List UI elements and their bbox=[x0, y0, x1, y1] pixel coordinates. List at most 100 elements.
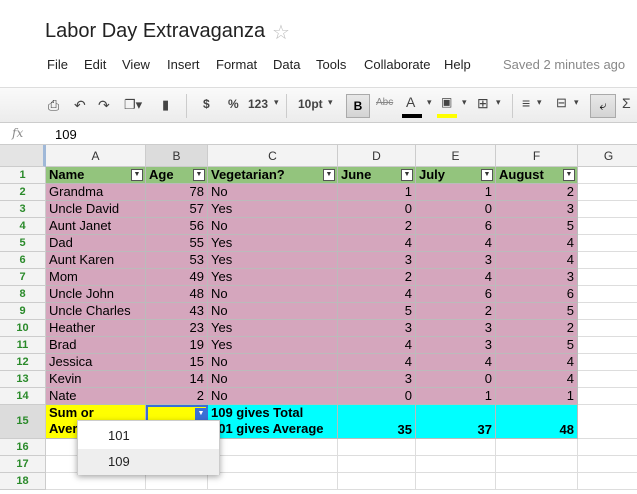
dropdown-option[interactable]: 109 bbox=[78, 449, 219, 475]
column-header-f[interactable]: F bbox=[496, 145, 578, 167]
empty-cell[interactable] bbox=[496, 473, 578, 490]
empty-cell[interactable] bbox=[416, 473, 496, 490]
row-header[interactable]: 16 bbox=[0, 439, 46, 456]
menu-edit[interactable]: Edit bbox=[84, 57, 106, 72]
row-header[interactable]: 4 bbox=[0, 218, 46, 235]
table-cell[interactable]: Aunt Karen bbox=[46, 252, 146, 269]
star-icon[interactable]: ☆ bbox=[272, 20, 290, 45]
column-header-b[interactable]: B bbox=[146, 145, 208, 167]
percent-button[interactable]: % bbox=[228, 97, 239, 111]
row-header[interactable]: 1 bbox=[0, 167, 46, 184]
row-header[interactable]: 13 bbox=[0, 371, 46, 388]
table-cell[interactable]: 1 bbox=[496, 388, 578, 405]
table-cell[interactable]: 1 bbox=[416, 184, 496, 201]
header-cell[interactable]: Name ▼ bbox=[46, 167, 146, 184]
header-cell[interactable]: August ▼ bbox=[496, 167, 578, 184]
table-cell[interactable]: Yes bbox=[208, 269, 338, 286]
empty-cell[interactable] bbox=[208, 439, 338, 456]
table-cell[interactable]: 15 bbox=[146, 354, 208, 371]
empty-cell[interactable] bbox=[578, 303, 637, 320]
table-cell[interactable]: 56 bbox=[146, 218, 208, 235]
empty-cell[interactable] bbox=[496, 439, 578, 456]
row-header[interactable]: 12 bbox=[0, 354, 46, 371]
table-cell[interactable]: Yes bbox=[208, 235, 338, 252]
empty-cell[interactable] bbox=[578, 286, 637, 303]
empty-cell[interactable] bbox=[416, 456, 496, 473]
empty-cell[interactable] bbox=[578, 235, 637, 252]
redo-icon[interactable]: ↷ bbox=[98, 97, 110, 114]
row-header[interactable]: 9 bbox=[0, 303, 46, 320]
table-cell[interactable]: 3 bbox=[338, 320, 416, 337]
empty-cell[interactable] bbox=[416, 439, 496, 456]
table-cell[interactable]: 4 bbox=[416, 354, 496, 371]
row-header[interactable]: 14 bbox=[0, 388, 46, 405]
merge-cells-icon[interactable]: ⊟ bbox=[556, 95, 567, 111]
header-cell[interactable]: June ▼ bbox=[338, 167, 416, 184]
empty-cell[interactable] bbox=[578, 371, 637, 388]
select-all-corner[interactable] bbox=[0, 145, 46, 167]
table-cell[interactable]: 0 bbox=[338, 201, 416, 218]
column-header-d[interactable]: D bbox=[338, 145, 416, 167]
table-cell[interactable]: Brad bbox=[46, 337, 146, 354]
row-header[interactable]: 8 bbox=[0, 286, 46, 303]
chevron-down-icon[interactable]: ▾ bbox=[537, 97, 542, 108]
table-cell[interactable]: Yes bbox=[208, 320, 338, 337]
empty-cell[interactable] bbox=[578, 388, 637, 405]
empty-cell[interactable] bbox=[578, 405, 637, 439]
table-cell[interactable]: 3 bbox=[496, 269, 578, 286]
table-cell[interactable]: 37 bbox=[416, 405, 496, 439]
table-cell[interactable]: No bbox=[208, 388, 338, 405]
table-cell[interactable]: Yes bbox=[208, 252, 338, 269]
dropdown-option[interactable]: 101 bbox=[78, 423, 219, 449]
borders-icon[interactable]: ⊞ bbox=[477, 95, 489, 112]
row-header[interactable]: 15 bbox=[0, 405, 46, 439]
table-cell[interactable]: No bbox=[208, 371, 338, 388]
table-cell[interactable]: 5 bbox=[496, 337, 578, 354]
table-cell[interactable]: 4 bbox=[338, 235, 416, 252]
empty-cell[interactable] bbox=[578, 201, 637, 218]
empty-cell[interactable] bbox=[338, 439, 416, 456]
filter-dropdown-icon[interactable]: ▼ bbox=[131, 169, 143, 181]
table-cell[interactable]: 3 bbox=[338, 252, 416, 269]
table-cell[interactable]: Mom bbox=[46, 269, 146, 286]
header-cell[interactable]: Age ▼ bbox=[146, 167, 208, 184]
empty-cell[interactable] bbox=[578, 184, 637, 201]
column-header-a[interactable]: A bbox=[46, 145, 146, 167]
table-cell[interactable]: 5 bbox=[496, 218, 578, 235]
table-cell[interactable]: 3 bbox=[338, 371, 416, 388]
menu-help[interactable]: Help bbox=[444, 57, 471, 72]
header-cell[interactable]: July ▼ bbox=[416, 167, 496, 184]
chevron-down-icon[interactable]: ▾ bbox=[328, 97, 333, 108]
table-cell[interactable]: 2 bbox=[496, 184, 578, 201]
empty-cell[interactable] bbox=[578, 337, 637, 354]
align-icon[interactable]: ≡ bbox=[522, 95, 530, 111]
empty-cell[interactable] bbox=[578, 354, 637, 371]
table-cell[interactable]: 5 bbox=[496, 303, 578, 320]
table-cell[interactable]: 0 bbox=[338, 388, 416, 405]
chevron-down-icon[interactable]: ▾ bbox=[496, 97, 501, 108]
table-cell[interactable]: 6 bbox=[416, 218, 496, 235]
font-size-select[interactable]: 10pt bbox=[298, 97, 323, 111]
table-cell[interactable]: 2 bbox=[496, 320, 578, 337]
table-cell[interactable]: 53 bbox=[146, 252, 208, 269]
filter-dropdown-icon[interactable]: ▼ bbox=[323, 169, 335, 181]
menu-collaborate[interactable]: Collaborate bbox=[364, 57, 431, 72]
paint-format-icon[interactable]: ▮ bbox=[162, 97, 169, 113]
table-cell[interactable]: 0 bbox=[416, 201, 496, 218]
table-cell[interactable]: 3 bbox=[416, 252, 496, 269]
row-header[interactable]: 7 bbox=[0, 269, 46, 286]
column-header-g[interactable]: G bbox=[578, 145, 637, 167]
empty-cell[interactable] bbox=[208, 473, 338, 490]
table-cell[interactable]: No bbox=[208, 184, 338, 201]
chevron-down-icon[interactable]: ▾ bbox=[427, 97, 432, 108]
table-cell[interactable]: 6 bbox=[416, 286, 496, 303]
copy-icon[interactable]: ❐▾ bbox=[124, 97, 142, 113]
filter-dropdown-icon[interactable]: ▼ bbox=[193, 169, 205, 181]
table-cell[interactable]: Dad bbox=[46, 235, 146, 252]
number-format-button[interactable]: 123 bbox=[248, 97, 268, 111]
table-cell[interactable]: 4 bbox=[496, 235, 578, 252]
fill-color-icon[interactable]: ▣ bbox=[441, 95, 452, 109]
table-cell[interactable]: Kevin bbox=[46, 371, 146, 388]
table-cell[interactable]: Yes bbox=[208, 337, 338, 354]
table-cell[interactable]: 19 bbox=[146, 337, 208, 354]
